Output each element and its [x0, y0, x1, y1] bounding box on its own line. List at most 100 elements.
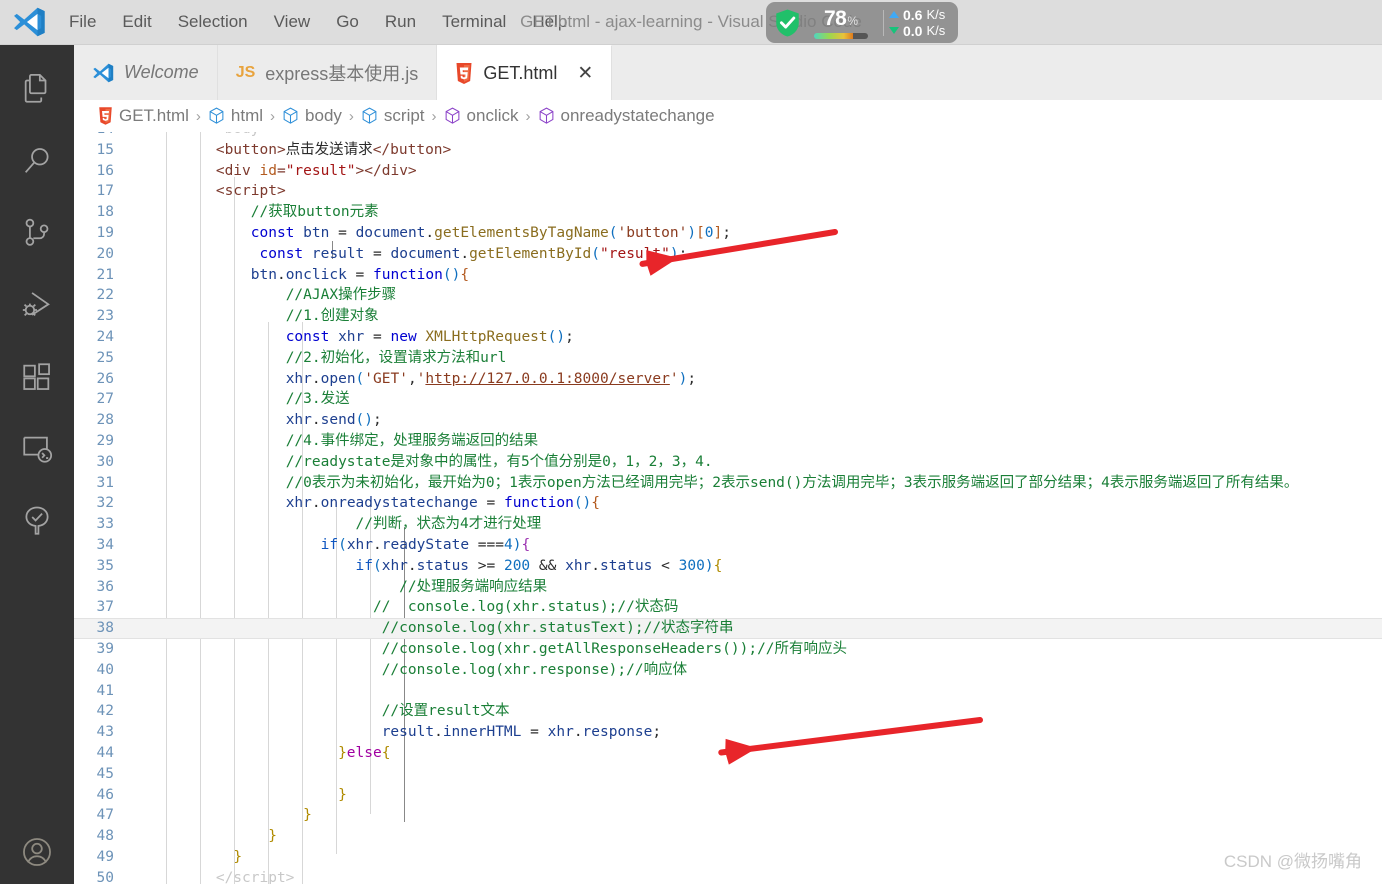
code-line[interactable]: 40 //console.log(xhr.response);//响应体 [74, 660, 1382, 681]
code-line[interactable]: 48 } [74, 826, 1382, 847]
menu-item-view[interactable]: View [261, 9, 324, 35]
code-line[interactable]: 35 if(xhr.status >= 200 && xhr.status < … [74, 556, 1382, 577]
code-line[interactable]: 29 //4.事件绑定，处理服务端返回的结果 [74, 431, 1382, 452]
code-line[interactable]: 49 } [74, 847, 1382, 868]
code-text[interactable]: //AJAX操作步骤 [136, 285, 1382, 306]
code-text[interactable]: const result = document.getElementById("… [136, 244, 1382, 265]
code-line[interactable]: 38 //console.log(xhr.statusText);//状态字符串 [74, 618, 1382, 639]
code-line[interactable]: 47 } [74, 805, 1382, 826]
code-text[interactable]: //判断，状态为4才进行处理 [136, 514, 1382, 535]
code-editor[interactable]: 14 <body>15 <button>点击发送请求</button>16 <d… [74, 132, 1382, 884]
code-text[interactable]: xhr.onreadystatechange = function(){ [136, 493, 1382, 514]
code-text[interactable]: <button>点击发送请求</button> [136, 140, 1382, 161]
code-line[interactable]: 14 <body> [74, 132, 1382, 140]
code-text[interactable]: //处理服务端响应结果 [136, 577, 1382, 598]
code-text[interactable]: xhr.send(); [136, 410, 1382, 431]
code-text[interactable]: </script> [136, 868, 1382, 884]
tab-express-basic-usage-js[interactable]: JS express基本使用.js [217, 45, 438, 100]
code-text[interactable]: //4.事件绑定，处理服务端返回的结果 [136, 431, 1382, 452]
code-line[interactable]: 19 const btn = document.getElementsByTag… [74, 223, 1382, 244]
code-line[interactable]: 24 const xhr = new XMLHttpRequest(); [74, 327, 1382, 348]
code-text[interactable]: xhr.open('GET','http://127.0.0.1:8000/se… [136, 369, 1382, 390]
code-line[interactable]: 33 //判断，状态为4才进行处理 [74, 514, 1382, 535]
code-text[interactable]: <div id="result"></div> [136, 161, 1382, 182]
sidebar-item-run-and-debug[interactable] [0, 269, 74, 341]
code-text[interactable]: } [136, 826, 1382, 847]
breadcrumb-item-body[interactable]: body [282, 106, 342, 126]
menu-item-edit[interactable]: Edit [109, 9, 164, 35]
code-line[interactable]: 28 xhr.send(); [74, 410, 1382, 431]
code-text[interactable]: //console.log(xhr.getAllResponseHeaders(… [136, 639, 1382, 660]
code-text[interactable]: result.innerHTML = xhr.response; [136, 722, 1382, 743]
code-line[interactable]: 44 }else{ [74, 743, 1382, 764]
code-line[interactable]: 20 const result = document.getElementByI… [74, 244, 1382, 265]
code-text[interactable]: //3.发送 [136, 389, 1382, 410]
code-line[interactable]: 43 result.innerHTML = xhr.response; [74, 722, 1382, 743]
code-text[interactable]: //console.log(xhr.statusText);//状态字符串 [136, 618, 1382, 639]
sidebar-item-remote-explorer[interactable] [0, 413, 74, 485]
code-text[interactable]: }else{ [136, 743, 1382, 764]
tab-welcome[interactable]: Welcome [74, 45, 218, 100]
menu-item-terminal[interactable]: Terminal [429, 9, 519, 35]
code-text[interactable]: if(xhr.status >= 200 && xhr.status < 300… [136, 556, 1382, 577]
tab-get-html[interactable]: GET.html ✕ [437, 45, 613, 100]
code-line[interactable]: 18 //获取button元素 [74, 202, 1382, 223]
menu-item-go[interactable]: Go [323, 9, 372, 35]
sidebar-item-explorer[interactable] [0, 53, 74, 125]
code-line[interactable]: 36 //处理服务端响应结果 [74, 577, 1382, 598]
code-text[interactable]: //获取button元素 [136, 202, 1382, 223]
code-line[interactable]: 45 [74, 764, 1382, 785]
code-text[interactable]: } [136, 805, 1382, 826]
menu-item-help[interactable]: Help [519, 9, 580, 35]
code-line[interactable]: 46 } [74, 785, 1382, 806]
code-text[interactable] [136, 764, 1382, 785]
breadcrumb-item-onclick[interactable]: onclick [444, 106, 519, 126]
code-text[interactable]: } [136, 785, 1382, 806]
code-text[interactable]: <body> [136, 132, 1382, 140]
sidebar-item-testing[interactable] [0, 485, 74, 557]
code-line[interactable]: 31 //0表示为未初始化，最开始为0；1表示open方法已经调用完毕；2表示s… [74, 473, 1382, 494]
sidebar-item-account[interactable] [0, 820, 74, 884]
code-line[interactable]: 17 <script> [74, 181, 1382, 202]
code-line[interactable]: 39 //console.log(xhr.getAllResponseHeade… [74, 639, 1382, 660]
sidebar-item-search[interactable] [0, 125, 74, 197]
code-text[interactable]: const btn = document.getElementsByTagNam… [136, 223, 1382, 244]
code-text[interactable]: //2.初始化，设置请求方法和url [136, 348, 1382, 369]
code-text[interactable]: // console.log(xhr.status);//状态码 [136, 597, 1382, 618]
code-line[interactable]: 23 //1.创建对象 [74, 306, 1382, 327]
code-text[interactable]: btn.onclick = function(){ [136, 265, 1382, 286]
code-text[interactable]: //1.创建对象 [136, 306, 1382, 327]
code-text[interactable]: //readystate是对象中的属性，有5个值分别是0，1，2，3，4. [136, 452, 1382, 473]
code-line[interactable]: 16 <div id="result"></div> [74, 161, 1382, 182]
code-text[interactable]: if(xhr.readyState ===4){ [136, 535, 1382, 556]
menu-item-selection[interactable]: Selection [165, 9, 261, 35]
code-line[interactable]: 42 //设置result文本 [74, 701, 1382, 722]
menu-item-run[interactable]: Run [372, 9, 429, 35]
breadcrumb-item-html[interactable]: html [208, 106, 263, 126]
code-line[interactable]: 41 [74, 681, 1382, 702]
system-monitor-widget[interactable]: 78 % 0.6 K/s 0.0 K/s [766, 2, 958, 43]
code-line[interactable]: 21 btn.onclick = function(){ [74, 265, 1382, 286]
code-text[interactable]: const xhr = new XMLHttpRequest(); [136, 327, 1382, 348]
code-text[interactable]: } [136, 847, 1382, 868]
close-icon[interactable]: ✕ [577, 64, 593, 83]
code-line[interactable]: 32 xhr.onreadystatechange = function(){ [74, 493, 1382, 514]
code-text[interactable]: //0表示为未初始化，最开始为0；1表示open方法已经调用完毕；2表示send… [136, 473, 1382, 494]
breadcrumb-item-onreadystatechange[interactable]: onreadystatechange [538, 106, 715, 126]
breadcrumb-item-file[interactable]: GET.html [98, 106, 189, 126]
code-line[interactable]: 26 xhr.open('GET','http://127.0.0.1:8000… [74, 369, 1382, 390]
breadcrumb-item-script[interactable]: script [361, 106, 425, 126]
code-line[interactable]: 15 <button>点击发送请求</button> [74, 140, 1382, 161]
code-line[interactable]: 34 if(xhr.readyState ===4){ [74, 535, 1382, 556]
code-line[interactable]: 25 //2.初始化，设置请求方法和url [74, 348, 1382, 369]
sidebar-item-source-control[interactable] [0, 197, 74, 269]
menu-item-file[interactable]: File [56, 9, 109, 35]
code-text[interactable] [136, 681, 1382, 702]
code-line[interactable]: 30 //readystate是对象中的属性，有5个值分别是0，1，2，3，4. [74, 452, 1382, 473]
sidebar-item-extensions[interactable] [0, 341, 74, 413]
code-text[interactable]: <script> [136, 181, 1382, 202]
code-line[interactable]: 37 // console.log(xhr.status);//状态码 [74, 597, 1382, 618]
code-line[interactable]: 27 //3.发送 [74, 389, 1382, 410]
code-text[interactable]: //设置result文本 [136, 701, 1382, 722]
code-text[interactable]: //console.log(xhr.response);//响应体 [136, 660, 1382, 681]
